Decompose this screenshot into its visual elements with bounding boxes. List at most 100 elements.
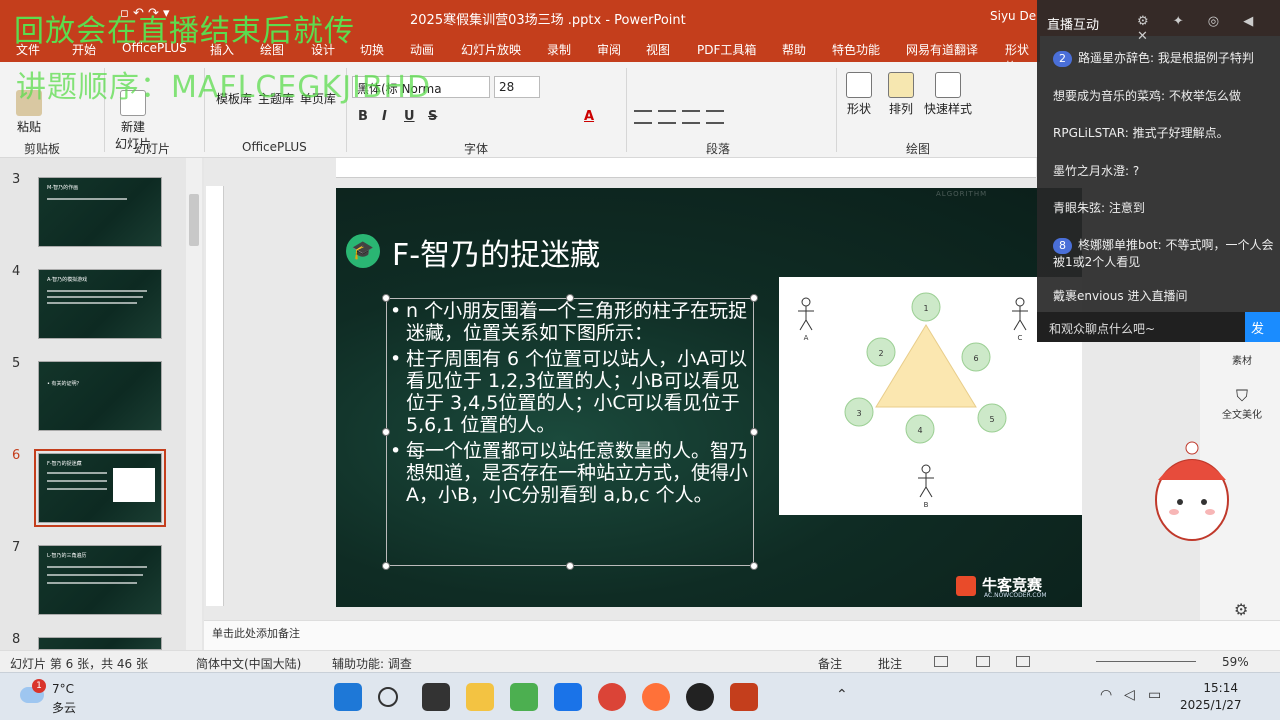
- tab-pdf[interactable]: PDF工具箱: [697, 41, 756, 58]
- slide-title[interactable]: F-智乃的捉迷藏: [392, 230, 600, 274]
- slide-sorter-icon[interactable]: [976, 656, 990, 667]
- tab-youdao[interactable]: 网易有道翻译: [906, 41, 978, 58]
- search-icon[interactable]: [378, 687, 398, 707]
- thumbnail-slide-6[interactable]: F-智乃的捉迷藏: [34, 449, 166, 527]
- task-view-icon[interactable]: [422, 683, 450, 711]
- thumb-title: L-智乃的三角遍历: [47, 553, 87, 559]
- clock-date[interactable]: 2025/1/27: [1180, 698, 1242, 712]
- powerpoint-icon[interactable]: [730, 683, 758, 711]
- align-center-icon[interactable]: [658, 110, 676, 124]
- svg-text:A: A: [804, 334, 809, 342]
- resize-handle[interactable]: [382, 562, 390, 570]
- user-name[interactable]: Siyu De: [990, 9, 1036, 23]
- thumbnail-slide-5[interactable]: • 有关的证明？: [38, 361, 162, 431]
- arrange-button[interactable]: 排列: [884, 72, 918, 117]
- svg-text:C: C: [1018, 334, 1023, 342]
- windows-start-icon[interactable]: [334, 683, 362, 711]
- graduation-cap-icon: 🎓: [346, 234, 380, 268]
- shapes-icon: [846, 72, 872, 98]
- position-6: 6: [961, 342, 991, 372]
- resize-handle[interactable]: [382, 428, 390, 436]
- tab-view[interactable]: 视图: [646, 41, 670, 58]
- thumbnail-slide-8[interactable]: [38, 637, 162, 650]
- chat-toolbar-icons[interactable]: ⚙ ✦ ◎ ◀ ✕: [1137, 14, 1280, 44]
- notes-pane[interactable]: 单击此处添加备注: [204, 620, 1280, 650]
- window-title: 2025寒假集训营03场三场 .pptx - PowerPoint: [410, 13, 686, 28]
- italic-button[interactable]: I: [382, 109, 387, 124]
- comments-toggle[interactable]: 批注: [878, 655, 902, 672]
- slide-canvas[interactable]: ALGORITHM 🎓 F-智乃的捉迷藏 n 个小朋友围着一个三角形的柱子在玩捉…: [336, 188, 1082, 607]
- clock-time[interactable]: 15:14: [1180, 681, 1238, 695]
- position-3: 3: [844, 397, 874, 427]
- underline-button[interactable]: U: [404, 109, 415, 124]
- reading-view-icon[interactable]: [1016, 656, 1030, 667]
- font-color-button[interactable]: A: [584, 109, 594, 124]
- person-b: B: [918, 464, 934, 509]
- beautify-button[interactable]: ⛉ 全文美化: [1216, 386, 1268, 421]
- thumb-text-line: [47, 302, 137, 304]
- language-indicator[interactable]: 简体中文(中国大陆): [196, 655, 301, 672]
- accessibility-indicator[interactable]: 辅助功能: 调查: [332, 655, 412, 672]
- tab-review[interactable]: 审阅: [597, 41, 621, 58]
- normal-view-icon[interactable]: [934, 656, 948, 667]
- settings-icon[interactable]: ⚙: [1234, 600, 1248, 619]
- thumb-text-line: [47, 488, 107, 490]
- thumbnail-slide-7[interactable]: L-智乃的三角遍历: [38, 545, 162, 615]
- notes-placeholder: 单击此处添加备注: [212, 627, 300, 640]
- firefox-icon[interactable]: [642, 683, 670, 711]
- scrollbar-thumb[interactable]: [189, 194, 199, 246]
- thumb-number: 4: [12, 264, 21, 279]
- file-explorer-icon[interactable]: [466, 683, 494, 711]
- font-size-select[interactable]: 28: [494, 76, 540, 98]
- align-right-icon[interactable]: [682, 110, 700, 124]
- thumbnail-scrollbar[interactable]: [186, 158, 202, 650]
- chat-message: 想要成为音乐的菜鸡: 不枚举怎么做: [1053, 89, 1241, 103]
- group-drawing: 绘图: [906, 142, 931, 156]
- chat-message-text: 柊娜娜单推bot: 不等式啊，一个人会被1或2个人看见: [1053, 238, 1274, 269]
- tab-slideshow[interactable]: 幻灯片放映: [461, 41, 521, 58]
- group-clipboard: 剪贴板: [24, 142, 61, 156]
- photos-icon[interactable]: [510, 683, 538, 711]
- tab-help[interactable]: 帮助: [782, 41, 806, 58]
- send-button[interactable]: 发: [1245, 312, 1280, 342]
- chrome-icon[interactable]: [598, 683, 626, 711]
- zoom-level[interactable]: 59%: [1222, 655, 1249, 669]
- resize-handle[interactable]: [382, 294, 390, 302]
- horizontal-ruler: [336, 158, 1036, 178]
- resize-handle[interactable]: [566, 562, 574, 570]
- battery-icon[interactable]: ▭: [1148, 687, 1161, 703]
- notes-toggle[interactable]: 备注: [818, 655, 842, 672]
- vertical-ruler: [206, 186, 224, 606]
- bullet-item: 每一个位置都可以站任意数量的人。智乃想知道，是否存在一种站立方式，使得小A，小B…: [390, 440, 756, 506]
- quick-styles-button[interactable]: 快速样式: [922, 72, 974, 117]
- justify-icon[interactable]: [706, 110, 724, 124]
- bold-button[interactable]: B: [358, 109, 368, 124]
- tab-record[interactable]: 录制: [547, 41, 571, 58]
- zoom-slider[interactable]: [1096, 661, 1196, 662]
- chevron-up-icon[interactable]: ⌃: [836, 687, 848, 703]
- thumbnail-slide-4[interactable]: A-智乃的模拟游戏: [38, 269, 162, 339]
- shapes-button[interactable]: 形状: [842, 72, 876, 117]
- wifi-icon[interactable]: ◠: [1100, 687, 1112, 703]
- resize-handle[interactable]: [750, 562, 758, 570]
- beautify-label: 全文美化: [1222, 410, 1262, 421]
- slide-body-text[interactable]: n 个小朋友围着一个三角形的柱子在玩捉迷藏，位置关系如下图所示： 柱子周围有 6…: [390, 300, 756, 510]
- thumbnail-slide-3[interactable]: M-智乃的作画: [38, 177, 162, 247]
- thumb-text-line: [47, 574, 143, 576]
- thumb-text-line: [47, 296, 143, 298]
- triangle-pillar: [875, 324, 977, 408]
- svg-text:1: 1: [923, 304, 928, 313]
- mail-icon[interactable]: [554, 683, 582, 711]
- align-left-icon[interactable]: [634, 110, 652, 124]
- obs-icon[interactable]: [686, 683, 714, 711]
- tab-transitions[interactable]: 切换: [360, 41, 384, 58]
- materials-button[interactable]: 素材: [1216, 352, 1268, 367]
- strikethrough-button[interactable]: S: [428, 109, 437, 124]
- weather-temperature: 7°C: [52, 682, 75, 696]
- chat-header: 直播互动: [1047, 18, 1100, 33]
- chat-input[interactable]: 和观众聊点什么吧~: [1049, 320, 1155, 337]
- tab-animations[interactable]: 动画: [410, 41, 434, 58]
- volume-icon[interactable]: ◁: [1124, 687, 1135, 703]
- paste-label: 粘贴: [16, 120, 41, 134]
- tab-features[interactable]: 特色功能: [832, 41, 880, 58]
